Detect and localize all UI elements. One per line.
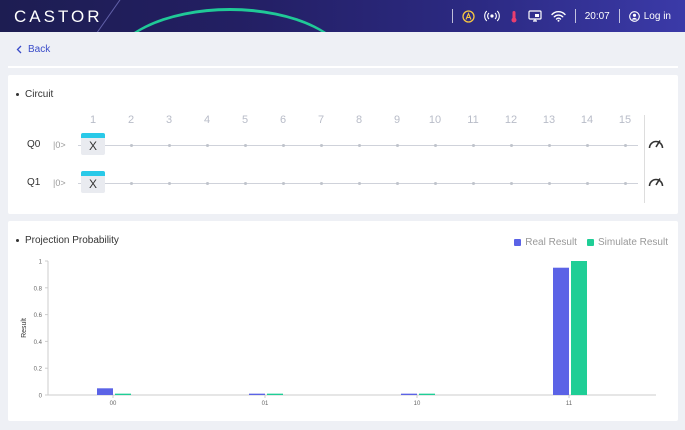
- y-tick-label: 0.8: [34, 286, 43, 292]
- bar-real: [249, 393, 265, 395]
- gate-slot[interactable]: [243, 144, 247, 147]
- gate-slot[interactable]: [129, 182, 133, 185]
- bar-simulate: [419, 393, 435, 395]
- gate-slot[interactable]: [205, 144, 209, 147]
- gate-slot[interactable]: [547, 144, 551, 147]
- header-separator: [618, 9, 620, 23]
- gate-slot[interactable]: [623, 182, 627, 185]
- gate-slot[interactable]: [509, 144, 513, 147]
- chevron-left-icon: [16, 45, 22, 54]
- column-number: 11: [467, 114, 479, 126]
- initial-state-label: |0>: [53, 178, 66, 188]
- gate-slot[interactable]: [471, 182, 475, 185]
- bar-simulate: [115, 393, 131, 395]
- login-label: Log in: [643, 10, 671, 22]
- column-number: 5: [241, 114, 249, 126]
- column-number: 12: [504, 114, 518, 126]
- monitor-icon[interactable]: [528, 10, 542, 22]
- gate-slot[interactable]: [319, 144, 323, 147]
- bar-real: [401, 393, 417, 395]
- gate-slot[interactable]: [357, 144, 361, 147]
- gate-slot[interactable]: [205, 182, 209, 185]
- column-number: 10: [428, 114, 442, 126]
- header-separator: [451, 9, 453, 23]
- gate-slot[interactable]: [357, 182, 361, 185]
- gate-slot[interactable]: [509, 182, 513, 185]
- gate-slot[interactable]: [433, 144, 437, 147]
- measure-icon[interactable]: [648, 137, 664, 149]
- measurement-divider: [644, 115, 645, 203]
- column-number: 4: [203, 114, 211, 126]
- qubit-label: Q0: [27, 139, 41, 150]
- column-number: 1: [89, 114, 97, 126]
- bar-real: [97, 388, 113, 395]
- column-number: 13: [542, 114, 556, 126]
- column-number: 3: [165, 114, 173, 126]
- top-header: CASTOR 20:07 Log in: [0, 0, 685, 32]
- x-tick-label: 10: [414, 401, 421, 407]
- person-alert-icon[interactable]: [462, 9, 475, 23]
- app-logo: CASTOR: [14, 7, 103, 26]
- x-gate[interactable]: X: [81, 133, 105, 155]
- x-gate[interactable]: X: [81, 171, 105, 193]
- y-tick-label: 0: [39, 394, 43, 400]
- section-divider: [8, 66, 678, 68]
- gate-slot[interactable]: [129, 144, 133, 147]
- probability-chart: 0 0.2 0.4 0.6 0.8 1 Result 00 01 10 11: [21, 260, 656, 407]
- circuit-title: Circuit: [16, 89, 53, 100]
- bar-simulate: [571, 261, 587, 395]
- column-number: 7: [317, 114, 325, 126]
- probability-panel: Projection Probability Real Result Simul…: [8, 221, 678, 421]
- y-tick-label: 0.4: [34, 340, 43, 346]
- gate-slot[interactable]: [319, 182, 323, 185]
- broadcast-icon[interactable]: [483, 10, 500, 22]
- circuit-panel: Circuit 1 2 3 4 5 6 7 8 9 10 11 12 13 14 15 Q0 |0> X Q1 |0>…: [8, 75, 678, 214]
- gate-slot[interactable]: [623, 144, 627, 147]
- x-tick-label: 01: [262, 401, 269, 407]
- gate-slot[interactable]: [167, 144, 171, 147]
- header-status-area: 20:07 Log in: [451, 0, 671, 32]
- y-tick-label: 1: [39, 260, 43, 266]
- gate-slot[interactable]: [585, 144, 589, 147]
- column-number: 15: [618, 114, 632, 126]
- column-number: 8: [355, 114, 363, 126]
- bar-simulate: [267, 393, 283, 395]
- y-axis-label: Result: [21, 318, 28, 338]
- back-label: Back: [28, 44, 51, 55]
- qubit-label: Q1: [27, 177, 41, 188]
- initial-state-label: |0>: [53, 140, 66, 150]
- login-button[interactable]: Log in: [628, 10, 671, 22]
- x-tick-label: 00: [110, 401, 117, 407]
- gate-slot[interactable]: [281, 182, 285, 185]
- gate-slot[interactable]: [471, 144, 475, 147]
- user-circle-icon: [628, 10, 640, 22]
- column-number: 14: [580, 114, 594, 126]
- wifi-icon[interactable]: [551, 10, 566, 22]
- navigation-bar: Back: [0, 32, 685, 68]
- y-tick-label: 0.2: [34, 367, 43, 373]
- gate-slot[interactable]: [547, 182, 551, 185]
- clock-time: 20:07: [584, 10, 610, 22]
- thermometer-icon[interactable]: [509, 10, 519, 23]
- header-decoration-arc: [110, 8, 350, 32]
- column-number: 2: [127, 114, 135, 126]
- x-tick-label: 11: [566, 401, 573, 407]
- bar-real: [553, 267, 569, 395]
- circuit-title-text: Circuit: [25, 89, 54, 100]
- gate-slot[interactable]: [395, 182, 399, 185]
- gate-slot[interactable]: [585, 182, 589, 185]
- column-number: 9: [393, 114, 401, 126]
- gate-slot[interactable]: [281, 144, 285, 147]
- y-tick-label: 0.6: [34, 313, 43, 319]
- column-number: 6: [279, 114, 287, 126]
- back-button[interactable]: Back: [16, 44, 50, 55]
- gate-slot[interactable]: [433, 182, 437, 185]
- title-bullet: [16, 93, 19, 96]
- gate-slot[interactable]: [395, 144, 399, 147]
- measure-icon[interactable]: [648, 175, 664, 187]
- header-separator: [574, 9, 576, 23]
- gate-slot[interactable]: [167, 182, 171, 185]
- gate-slot[interactable]: [243, 182, 247, 185]
